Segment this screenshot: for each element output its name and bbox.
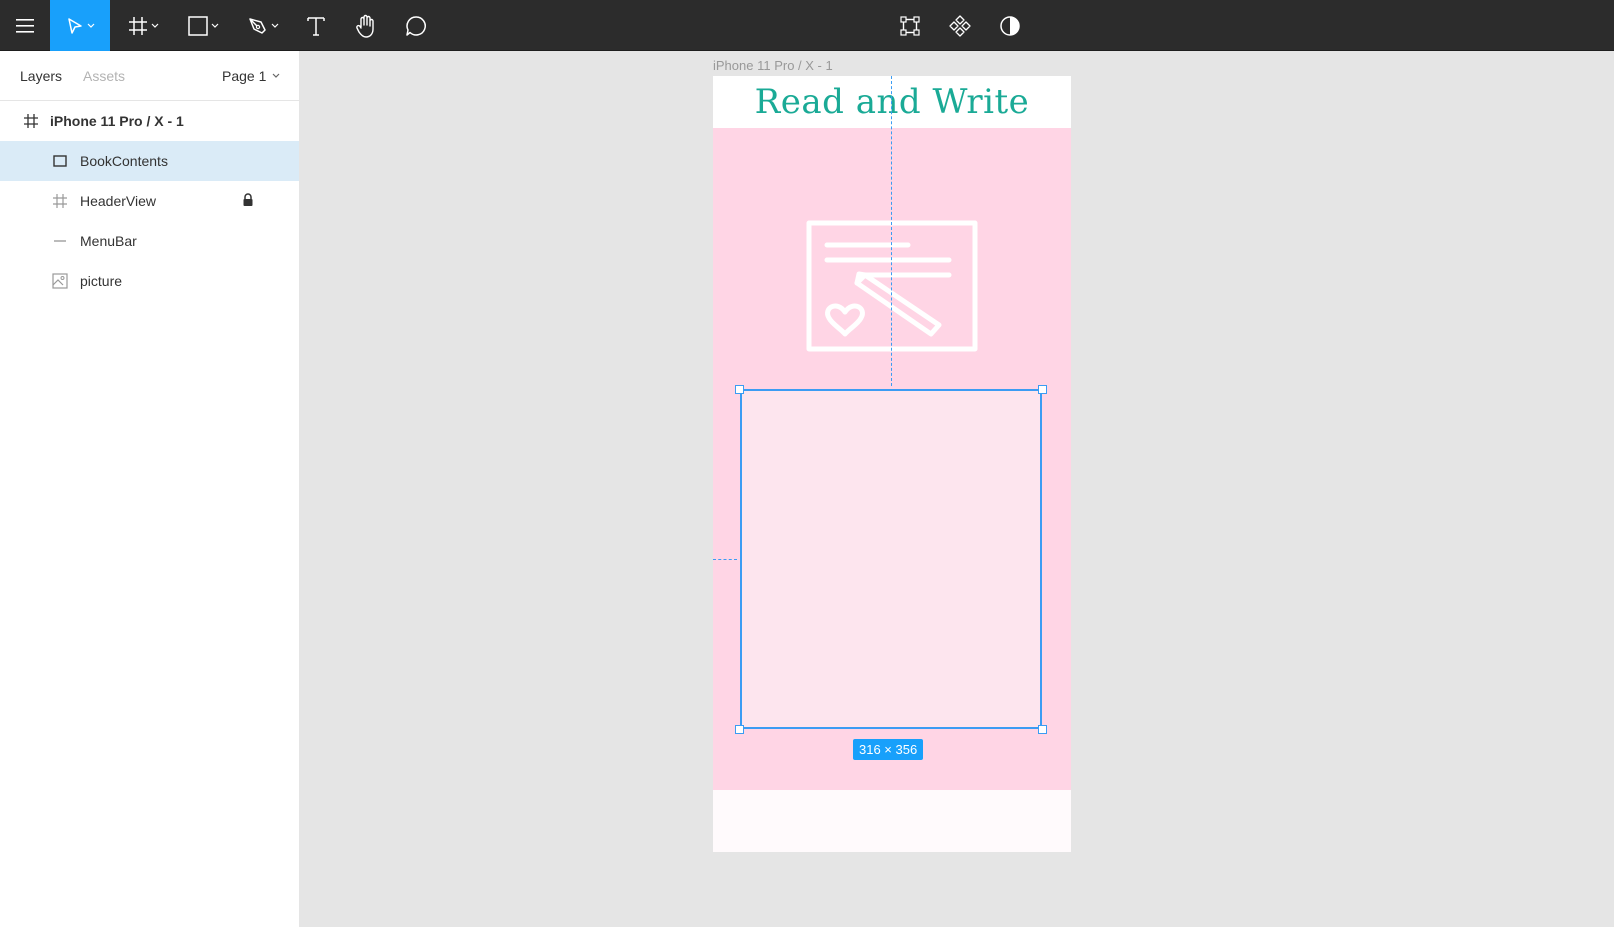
frame-tool-button[interactable] [118, 0, 168, 51]
cursor-icon [67, 17, 82, 34]
hamburger-icon [16, 18, 34, 33]
lock-icon[interactable] [242, 193, 254, 210]
frame-name-label[interactable]: iPhone 11 Pro / X - 1 [713, 58, 833, 73]
layer-row-picture[interactable]: picture [0, 261, 299, 301]
rectangle-icon [52, 153, 68, 169]
page-selector-label: Page 1 [222, 68, 267, 84]
layer-label: iPhone 11 Pro / X - 1 [50, 113, 184, 129]
tab-assets[interactable]: Assets [83, 68, 125, 84]
layer-row-frame[interactable]: iPhone 11 Pro / X - 1 [0, 101, 299, 141]
chevron-down-icon [271, 23, 278, 28]
pen-tool-button[interactable] [238, 0, 288, 51]
layers-panel: Layers Assets Page 1 iPhone 11 Pro / X -… [0, 51, 300, 927]
measure-guide [891, 76, 892, 386]
book-contents[interactable] [740, 389, 1042, 729]
shape-tool-button[interactable] [178, 0, 228, 51]
menu-bar[interactable] [713, 790, 1071, 852]
pen-icon [248, 17, 266, 34]
vector-edit-icon [900, 15, 920, 36]
image-icon [52, 273, 68, 289]
text-icon [307, 16, 325, 36]
contrast-icon [1000, 15, 1020, 36]
frame-icon [128, 16, 147, 35]
resize-handle[interactable] [1038, 725, 1047, 734]
page-selector[interactable]: Page 1 [222, 68, 280, 84]
chevron-down-icon [151, 23, 158, 28]
mask-button[interactable] [990, 0, 1030, 51]
main-menu-button[interactable] [0, 0, 50, 51]
component-icon [949, 14, 971, 37]
layer-row-menubar[interactable]: MenuBar [0, 221, 299, 261]
frame-icon [52, 193, 68, 209]
header-view[interactable]: Read and Write [713, 76, 1071, 128]
panel-header: Layers Assets Page 1 [0, 51, 299, 101]
line-icon [52, 233, 68, 249]
measure-guide [713, 559, 737, 560]
frame-icon [23, 113, 39, 129]
layer-row-bookcontents[interactable]: BookContents [0, 141, 299, 181]
tab-layers[interactable]: Layers [20, 68, 62, 84]
toolbar [0, 0, 1614, 51]
rectangle-icon [187, 15, 208, 36]
layer-row-headerview[interactable]: HeaderView [0, 181, 299, 221]
resize-handle[interactable] [1038, 385, 1047, 394]
layer-label: MenuBar [80, 233, 137, 249]
layer-label: BookContents [80, 153, 168, 169]
comment-icon [406, 15, 426, 36]
hand-icon [356, 14, 374, 38]
resize-handle[interactable] [735, 725, 744, 734]
chevron-down-icon [87, 23, 94, 28]
layer-label: picture [80, 273, 123, 289]
comment-tool-button[interactable] [396, 0, 436, 51]
chevron-down-icon [211, 23, 218, 28]
dimension-badge: 316 × 356 [853, 739, 924, 760]
text-tool-button[interactable] [296, 0, 336, 51]
iphone-frame[interactable]: Read and Write [713, 76, 1071, 852]
picture-image[interactable] [803, 217, 981, 355]
hand-tool-button[interactable] [346, 0, 386, 51]
resize-handle[interactable] [735, 385, 744, 394]
chevron-down-icon [272, 73, 280, 78]
edit-object-button[interactable] [890, 0, 930, 51]
move-tool-button[interactable] [50, 0, 110, 51]
layer-label: HeaderView [80, 193, 157, 209]
create-component-button[interactable] [940, 0, 980, 51]
